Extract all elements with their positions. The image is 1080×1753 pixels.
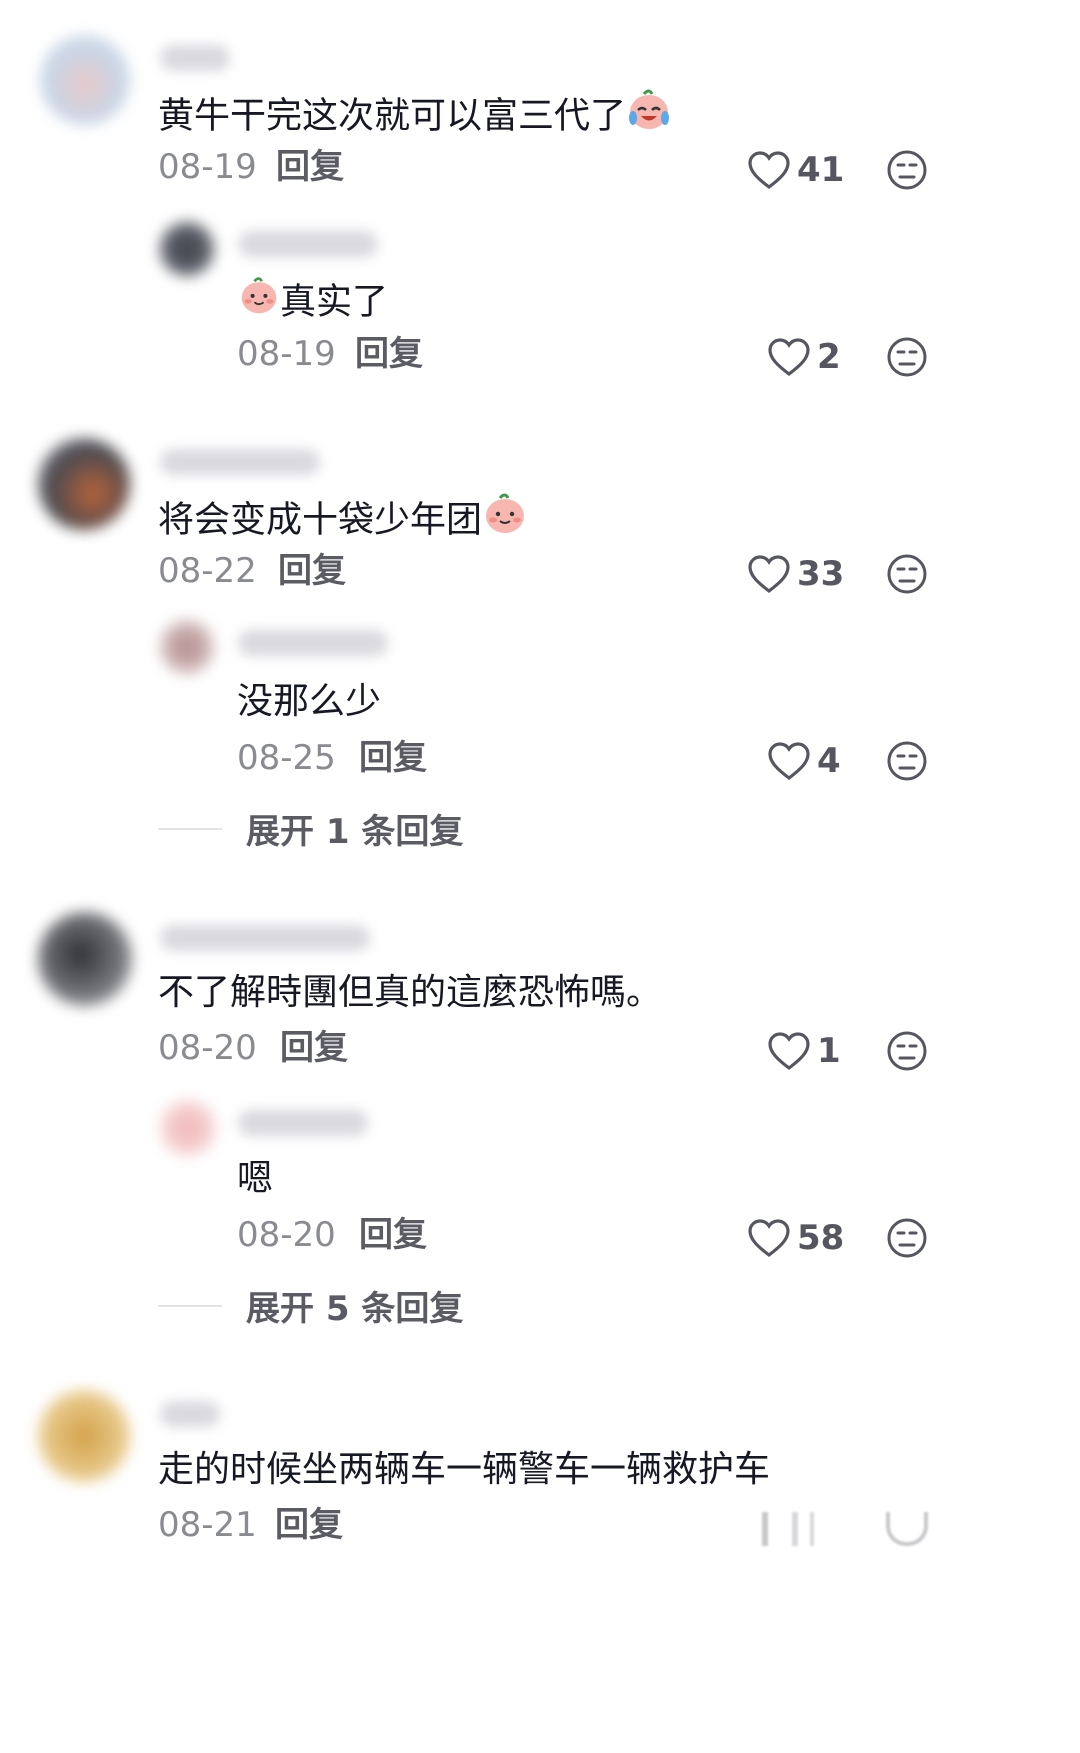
like-button[interactable]: 4 xyxy=(767,736,841,786)
laughing-crying-face-icon xyxy=(626,86,672,143)
avatar[interactable] xyxy=(40,35,130,125)
expand-replies-label: 展开 5 条回复 xyxy=(246,1289,464,1329)
reply-date: 08-20 xyxy=(237,1215,336,1255)
comment-text: 将会变成十袋少年团 xyxy=(158,493,528,550)
like-button[interactable]: 2 xyxy=(767,332,841,382)
expand-replies-label: 展开 1 条回复 xyxy=(246,812,464,852)
comment-text: 走的时候坐两辆车一辆警车一辆救护车 xyxy=(158,1449,771,1490)
username[interactable] xyxy=(238,1110,368,1136)
reply-button[interactable]: 回复 xyxy=(275,1505,343,1545)
like-count: 4 xyxy=(817,741,841,781)
username[interactable] xyxy=(160,1401,220,1427)
avatar[interactable] xyxy=(38,912,132,1006)
avatar[interactable] xyxy=(160,222,214,276)
avatar[interactable] xyxy=(38,438,130,530)
dislike-icon[interactable] xyxy=(886,553,928,595)
dislike-icon[interactable] xyxy=(886,1217,928,1259)
dislike-icon[interactable] xyxy=(886,149,928,191)
comment-text: 不了解時團但真的這麼恐怖嗎。 xyxy=(158,972,663,1013)
reply-button[interactable]: 回复 xyxy=(355,334,423,374)
heart-icon xyxy=(748,151,790,190)
comment-date: 08-19 xyxy=(158,147,257,187)
like-count: 41 xyxy=(797,150,845,190)
like-count: 58 xyxy=(797,1218,845,1258)
like-button[interactable]: 1 xyxy=(767,1026,841,1076)
divider xyxy=(158,1304,222,1307)
username[interactable] xyxy=(160,449,320,475)
heart-icon xyxy=(748,1219,790,1258)
dislike-icon[interactable] xyxy=(886,1030,928,1072)
like-button[interactable]: 33 xyxy=(747,549,844,599)
expand-replies-button[interactable]: 展开 1 条回复 xyxy=(158,804,463,853)
username[interactable] xyxy=(238,231,378,257)
reply-button[interactable]: 回复 xyxy=(359,1215,427,1255)
comment-date: 08-21 xyxy=(158,1505,257,1545)
reply-text: 真实了 xyxy=(238,277,388,330)
avatar[interactable] xyxy=(38,1390,130,1482)
heart-icon xyxy=(768,742,810,781)
heart-icon xyxy=(768,338,810,377)
divider xyxy=(158,827,222,830)
username[interactable] xyxy=(160,925,370,951)
like-button[interactable]: 58 xyxy=(747,1213,844,1263)
like-count: 1 xyxy=(817,1031,841,1071)
username[interactable] xyxy=(238,630,388,656)
comment-date: 08-20 xyxy=(158,1028,257,1068)
reply-button[interactable]: 回复 xyxy=(280,1028,348,1068)
blush-face-icon xyxy=(238,274,280,327)
comment-text: 黄牛干完这次就可以富三代了 xyxy=(158,89,672,146)
like-button[interactable] xyxy=(748,1512,858,1546)
reply-date: 08-25 xyxy=(237,738,336,778)
avatar[interactable] xyxy=(160,1100,216,1156)
dislike-icon[interactable] xyxy=(886,1512,928,1546)
username[interactable] xyxy=(160,45,230,71)
comment-date: 08-22 xyxy=(158,551,257,591)
heart-icon xyxy=(768,1032,810,1071)
heart-icon xyxy=(748,555,790,594)
dislike-icon[interactable] xyxy=(886,740,928,782)
reply-text: 嗯 xyxy=(237,1158,274,1199)
dislike-icon[interactable] xyxy=(886,336,928,378)
reply-button[interactable]: 回复 xyxy=(359,738,427,778)
reply-button[interactable]: 回复 xyxy=(278,551,346,591)
expand-replies-button[interactable]: 展开 5 条回复 xyxy=(158,1281,463,1330)
reply-button[interactable]: 回复 xyxy=(276,147,344,187)
like-count: 33 xyxy=(797,554,845,594)
like-count: 2 xyxy=(817,337,841,377)
blush-face-icon xyxy=(482,490,528,547)
like-button[interactable]: 41 xyxy=(747,145,844,195)
avatar[interactable] xyxy=(160,620,214,674)
reply-text: 没那么少 xyxy=(237,681,382,722)
reply-date: 08-19 xyxy=(237,334,336,374)
